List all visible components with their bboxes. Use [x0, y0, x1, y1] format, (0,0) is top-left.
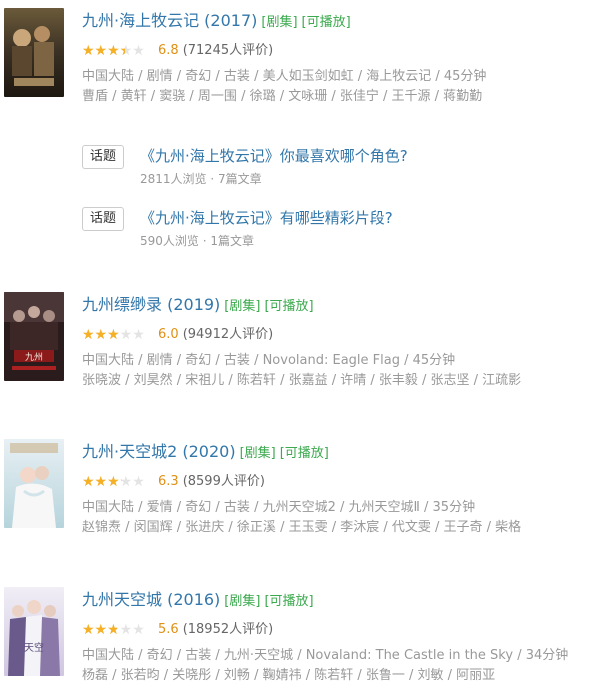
playable-tag: [可播放]	[279, 446, 329, 461]
topic-title-link[interactable]: 《九州·海上牧云记》有哪些精彩片段?	[140, 207, 393, 229]
item-info: 九州·天空城2 (2020)[剧集][可播放] ★★★★★★★★★★ 6.3 (…	[82, 439, 612, 538]
topic-stats: 2811人浏览 · 7篇文章	[140, 172, 262, 186]
svg-text:天空: 天空	[24, 641, 44, 654]
poster-image[interactable]	[4, 8, 64, 97]
rating-score: 5.6	[158, 622, 179, 637]
star-rating-icon: ★★★★★★★★★★	[82, 327, 145, 343]
vote-count: (8599人评价)	[182, 474, 265, 489]
playable-tag: [可播放]	[264, 299, 314, 314]
rating-line: ★★★★★★★★★★ 5.6 (18952人评价)	[82, 621, 612, 639]
topic-stats: 590人浏览 · 1篇文章	[140, 234, 254, 248]
type-tag: [剧集]	[261, 15, 298, 30]
poster-image[interactable]	[4, 439, 64, 528]
type-tag: [剧集]	[224, 299, 261, 314]
rating-line: ★★★★★★★★★★ 6.3 (8599人评价)	[82, 473, 612, 491]
item-info: 九州天空城 (2016) [剧集][可播放] ★★★★★★★★★★ 5.6 (18…	[82, 587, 612, 686]
poster-image[interactable]: 天空	[4, 587, 64, 676]
item-title-link[interactable]: 九州·海上牧云记 (2017)	[82, 11, 257, 30]
star-rating-icon: ★★★★★★★★★★	[82, 474, 145, 490]
meta-cast: 张晓波 / 刘昊然 / 宋祖儿 / 陈若轩 / 张嘉益 / 许晴 / 张丰毅 /…	[82, 373, 522, 388]
meta-genres: 中国大陆 / 奇幻 / 古装 / 九州·天空城 / Novaland: The …	[82, 648, 569, 663]
meta-genres: 中国大陆 / 爱情 / 奇幻 / 古装 / 九州天空城2 / 九州天空城Ⅱ / …	[82, 500, 476, 515]
type-tag: [剧集]	[224, 594, 261, 609]
item-info: 九州缥缈录 (2019) [剧集][可播放] ★★★★★★★★★★ 6.0 (94…	[82, 292, 612, 391]
item-title-link[interactable]: 九州缥缈录 (2019)	[82, 295, 220, 314]
meta-cast: 杨磊 / 张若昀 / 关晓彤 / 刘畅 / 鞠婧祎 / 陈若轩 / 张鲁一 / …	[82, 668, 496, 683]
item-info: 九州·海上牧云记 (2017) [剧集][可播放] ★★★★★★★★★★ 6.8 …	[82, 8, 612, 107]
topic-title-link[interactable]: 《九州·海上牧云记》你最喜欢哪个角色?	[140, 145, 408, 167]
rating-score: 6.3	[158, 474, 179, 489]
vote-count: (94912人评价)	[182, 327, 274, 342]
meta-cast: 赵锦焘 / 闵国辉 / 张进庆 / 徐正溪 / 王玉雯 / 李沐宸 / 代文雯 …	[82, 520, 522, 535]
playable-tag: [可播放]	[301, 15, 351, 30]
vote-count: (71245人评价)	[182, 43, 274, 58]
rating-line: ★★★★★★★★★★ 6.8 (71245人评价)	[82, 42, 612, 60]
item-title-link[interactable]: 九州·天空城2 (2020)	[82, 442, 236, 461]
meta-genres: 中国大陆 / 剧情 / 奇幻 / 古装 / Novoland: Eagle Fl…	[82, 353, 456, 368]
svg-text:九州: 九州	[25, 352, 43, 363]
star-rating-icon: ★★★★★★★★★★	[82, 622, 145, 638]
rating-score: 6.0	[158, 327, 179, 342]
poster-image[interactable]: 九州	[4, 292, 64, 381]
topic-button[interactable]: 话题	[82, 145, 125, 169]
type-tag: [剧集]	[239, 446, 276, 461]
meta-genres: 中国大陆 / 剧情 / 奇幻 / 古装 / 美人如玉剑如虹 / 海上牧云记 / …	[82, 69, 487, 84]
rating-score: 6.8	[158, 43, 179, 58]
playable-tag: [可播放]	[264, 594, 314, 609]
meta-cast: 曹盾 / 黄轩 / 窦骁 / 周一围 / 徐璐 / 文咏珊 / 张佳宁 / 王千…	[82, 89, 483, 104]
star-rating-icon: ★★★★★★★★★★	[82, 43, 145, 59]
topic-button[interactable]: 话题	[82, 207, 125, 231]
vote-count: (18952人评价)	[182, 622, 274, 637]
item-title-link[interactable]: 九州天空城 (2016)	[82, 590, 220, 609]
rating-line: ★★★★★★★★★★ 6.0 (94912人评价)	[82, 326, 612, 344]
